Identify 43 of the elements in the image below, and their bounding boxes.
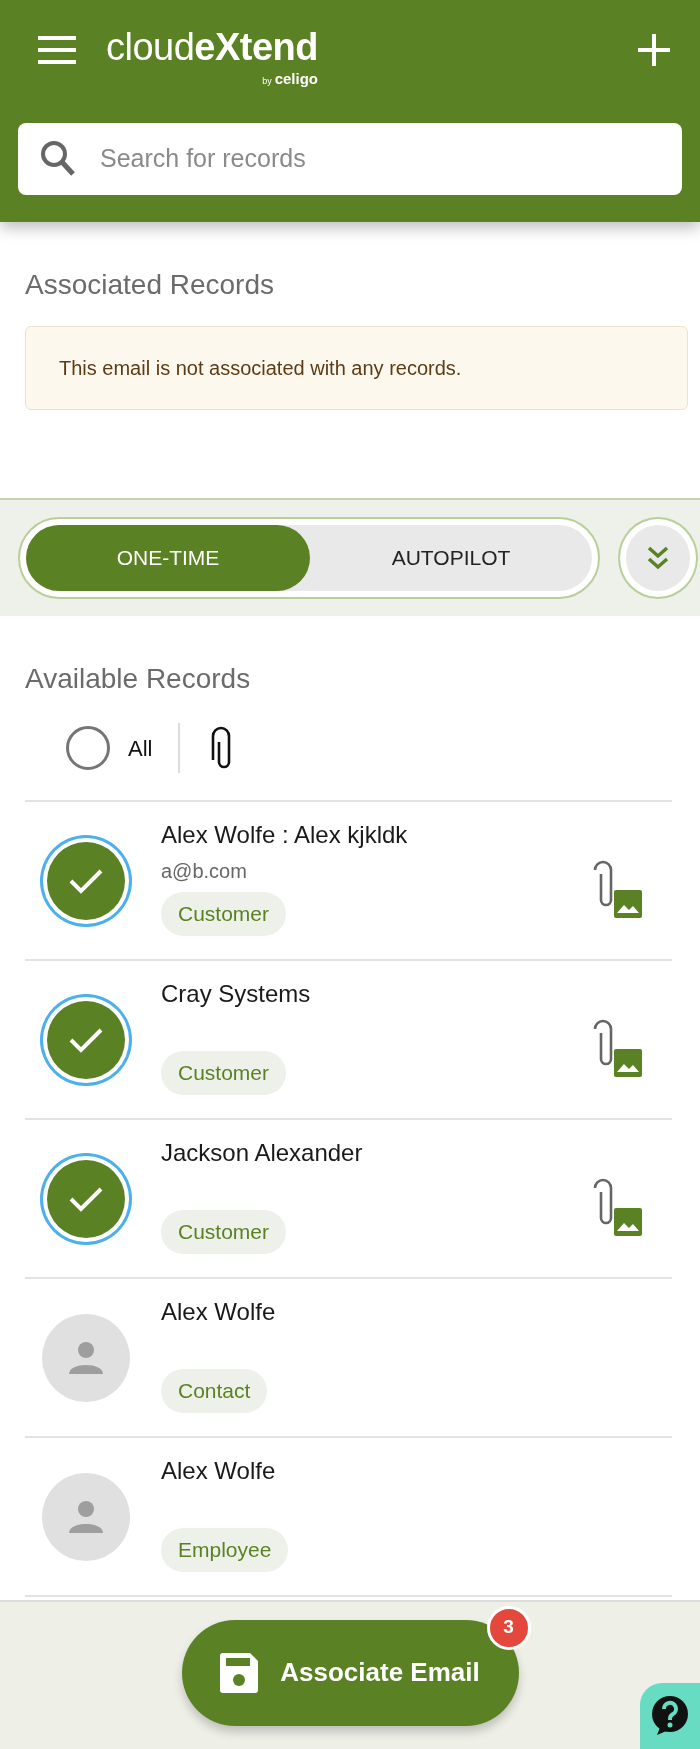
record-row[interactable]: Alex Wolfe Contact (25, 1279, 672, 1438)
search-input[interactable]: Search for records (98, 138, 660, 179)
record-row[interactable]: Cray Systems Customer (25, 961, 672, 1120)
mode-tab[interactable]: ONE-TIME (26, 525, 310, 591)
logo-byline: by celigo (261, 69, 319, 89)
add-button[interactable] (638, 34, 670, 66)
radio-label[interactable]: All (128, 731, 153, 765)
record-row[interactable]: Jackson Alexander Customer (25, 1120, 672, 1279)
record-name: Cray Systems (161, 979, 312, 1009)
attachment-image-icon[interactable] (592, 1019, 642, 1079)
person-icon (68, 1341, 104, 1375)
attachment-image-icon[interactable] (592, 860, 642, 920)
info-alert: This email is not associated with any records. (25, 326, 688, 410)
attachment-image-icon[interactable] (592, 1178, 642, 1238)
search-icon (40, 139, 76, 178)
select-all-radio[interactable] (66, 726, 110, 770)
record-email: a@b.com (161, 859, 248, 884)
record-type-tag: Customer (161, 1051, 287, 1095)
search-bar[interactable]: Search for records (18, 122, 682, 195)
record-row[interactable]: Alex Wolfe Employee (25, 1438, 672, 1597)
count-badge: 3 (486, 1605, 531, 1650)
help-button[interactable] (640, 1683, 700, 1749)
check-icon (68, 867, 104, 895)
record-name: Alex Wolfe : Alex kjkldk (161, 820, 409, 850)
record-name: Alex Wolfe (161, 1456, 277, 1486)
person-icon (68, 1500, 104, 1534)
record-type-tag: Employee (161, 1528, 289, 1572)
record-type-tag: Customer (161, 892, 287, 936)
record-name: Jackson Alexander (161, 1138, 364, 1168)
help-icon[interactable] (651, 1695, 689, 1737)
record-row[interactable]: Alex Wolfe : Alex kjkldk a@b.com Customer (25, 802, 672, 961)
check-icon (68, 1185, 104, 1213)
chevrons-down-icon[interactable] (646, 545, 670, 571)
record-type-tag: Contact (161, 1369, 268, 1413)
mode-tab[interactable]: AUTOPILOT (310, 525, 592, 591)
save-icon (220, 1652, 259, 1693)
check-icon (68, 1026, 104, 1054)
menu-button[interactable] (38, 36, 76, 64)
record-name: Alex Wolfe (161, 1297, 277, 1327)
logo: cloudeXtend (106, 28, 319, 66)
section-title: Associated Records (25, 268, 275, 302)
section-title: Available Records (25, 662, 252, 696)
record-type-tag: Customer (161, 1210, 287, 1254)
